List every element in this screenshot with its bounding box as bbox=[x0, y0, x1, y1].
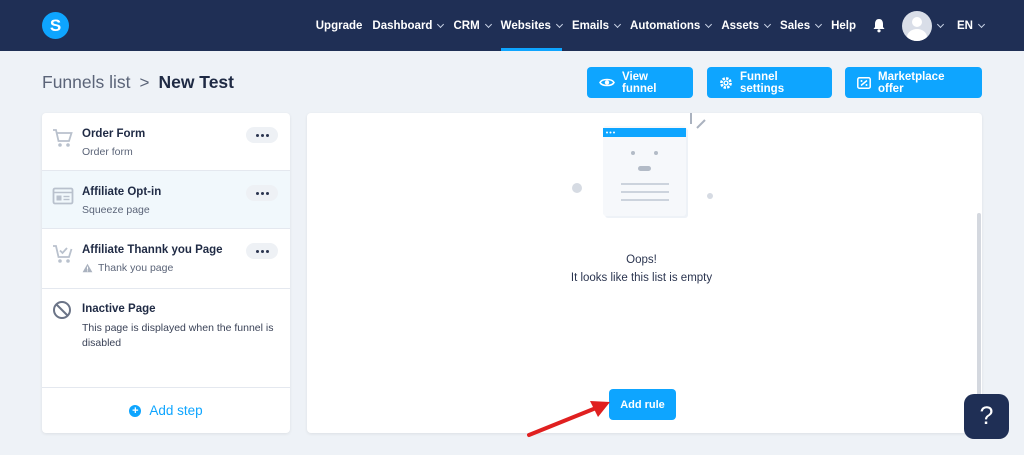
funnel-step-order-form[interactable]: Order Form Order form bbox=[42, 113, 290, 171]
cart-icon bbox=[52, 128, 74, 153]
nav-upgrade[interactable]: Upgrade bbox=[316, 0, 363, 51]
chevron-down-icon bbox=[815, 20, 823, 28]
empty-state-title: Oops! bbox=[626, 254, 657, 266]
chevron-down-icon bbox=[977, 20, 986, 28]
plus-circle-icon: + bbox=[129, 404, 142, 417]
main-nav: Upgrade Dashboard CRM Websites Emails Au… bbox=[306, 0, 986, 51]
step-title: Affiliate Thannk you Page bbox=[82, 244, 223, 256]
question-mark-icon: ? bbox=[979, 402, 994, 430]
breadcrumb-separator: > bbox=[139, 72, 150, 92]
step-more-menu-button[interactable] bbox=[246, 243, 278, 259]
page-title: New Test bbox=[158, 72, 234, 92]
user-menu-chevron[interactable] bbox=[936, 0, 945, 51]
funnel-step-affiliate-opt-in[interactable]: Affiliate Opt-in Squeeze page bbox=[42, 171, 290, 229]
funnel-settings-button[interactable]: Funnel settings bbox=[707, 67, 832, 98]
step-type-with-warning: Thank you page bbox=[82, 262, 173, 274]
chevron-down-icon bbox=[484, 20, 492, 28]
nav-emails[interactable]: Emails bbox=[572, 0, 622, 51]
add-step-button[interactable]: + Add step bbox=[42, 388, 290, 433]
ticket-icon bbox=[857, 76, 871, 89]
funnel-step-affiliate-thank-you[interactable]: Affiliate Thannk you Page Thank you page bbox=[42, 229, 290, 289]
nav-crm[interactable]: CRM bbox=[453, 0, 492, 51]
nav-help[interactable]: Help bbox=[831, 0, 856, 51]
chevron-down-icon bbox=[613, 20, 622, 28]
help-chat-button[interactable]: ? bbox=[964, 394, 1009, 439]
chevron-down-icon bbox=[555, 20, 563, 28]
gear-icon bbox=[719, 76, 733, 90]
eye-icon bbox=[599, 77, 615, 88]
app-logo[interactable]: S bbox=[42, 12, 69, 39]
panel-scrollbar[interactable] bbox=[976, 113, 982, 433]
funnel-step-inactive-page[interactable]: Inactive Page This page is displayed whe… bbox=[42, 289, 290, 388]
inactive-page-description: This page is displayed when the funnel i… bbox=[82, 322, 274, 349]
chevron-down-icon bbox=[763, 20, 772, 28]
bell-icon[interactable] bbox=[870, 0, 888, 51]
chevron-down-icon bbox=[936, 20, 945, 28]
language-selector[interactable]: EN bbox=[957, 0, 986, 51]
scrollbar-thumb[interactable] bbox=[977, 213, 981, 413]
squeeze-page-icon bbox=[52, 186, 74, 211]
step-title: Affiliate Opt-in bbox=[82, 186, 162, 198]
step-title: Inactive Page bbox=[82, 303, 156, 315]
step-more-menu-button[interactable] bbox=[246, 185, 278, 201]
nav-assets[interactable]: Assets bbox=[721, 0, 772, 51]
chevron-down-icon bbox=[437, 20, 445, 28]
step-more-menu-button[interactable] bbox=[246, 127, 278, 143]
top-navbar: S Upgrade Dashboard CRM Websites Emails … bbox=[0, 0, 1024, 51]
breadcrumb: Funnels list > New Test bbox=[42, 72, 234, 93]
step-title: Order Form bbox=[82, 128, 146, 140]
warning-icon bbox=[82, 263, 93, 273]
annotation-arrow-icon bbox=[527, 401, 610, 437]
rules-panel: Oops! It looks like this list is empty A… bbox=[307, 113, 982, 433]
breadcrumb-funnels-list[interactable]: Funnels list bbox=[42, 72, 131, 93]
empty-state-message: It looks like this list is empty bbox=[570, 272, 713, 284]
nav-dashboard[interactable]: Dashboard bbox=[372, 0, 445, 51]
step-type: Order form bbox=[82, 146, 133, 158]
chevron-down-icon bbox=[705, 20, 713, 28]
nav-sales[interactable]: Sales bbox=[780, 0, 823, 51]
cart-check-icon bbox=[52, 244, 74, 269]
nav-automations[interactable]: Automations bbox=[630, 0, 713, 51]
funnel-steps-panel: Order Form Order form Affiliate Opt-in S… bbox=[42, 113, 290, 433]
empty-list-illustration bbox=[572, 113, 713, 218]
view-funnel-button[interactable]: View funnel bbox=[587, 67, 693, 98]
marketplace-offer-button[interactable]: Marketplace offer bbox=[845, 67, 982, 98]
nav-websites[interactable]: Websites bbox=[500, 0, 563, 51]
user-avatar[interactable] bbox=[902, 10, 933, 41]
step-type: Squeeze page bbox=[82, 204, 150, 216]
ban-icon bbox=[52, 300, 72, 325]
